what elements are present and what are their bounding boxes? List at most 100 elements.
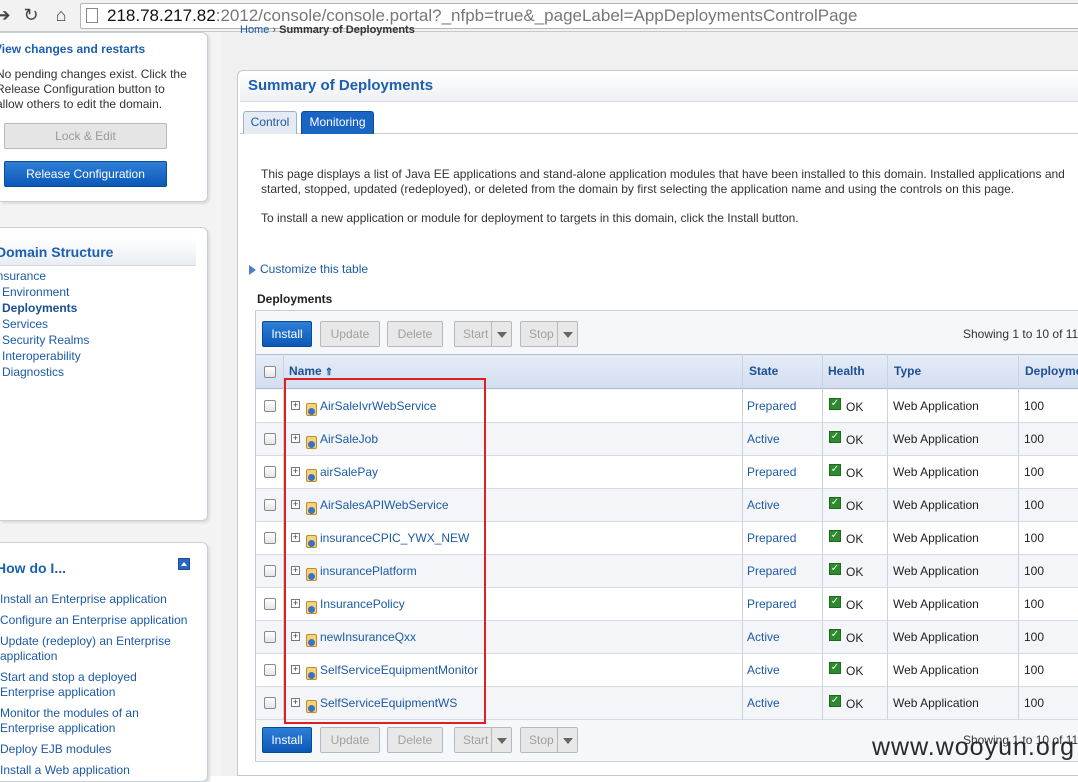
install-button-bottom[interactable]: Install	[262, 727, 312, 753]
row-checkbox[interactable]	[264, 631, 276, 643]
breadcrumb-home[interactable]: Home	[240, 24, 269, 36]
deployment-order-cell: 100	[1024, 498, 1045, 512]
howto-link[interactable]: Start and stop a deployed Enterprise appl…	[0, 670, 187, 700]
type-cell: Web Application	[893, 531, 979, 545]
state-link[interactable]: Prepared	[747, 597, 796, 611]
start-dropdown-bottom[interactable]: Start	[454, 727, 512, 753]
start-dropdown[interactable]: Start	[454, 321, 512, 347]
state-link[interactable]: Prepared	[747, 564, 796, 578]
page-icon	[86, 8, 98, 23]
collapse-icon[interactable]	[178, 558, 190, 570]
state-link[interactable]: Active	[747, 630, 780, 644]
state-link[interactable]: Prepared	[747, 399, 796, 413]
health-ok-icon: ✓	[829, 464, 841, 476]
stop-dropdown-bottom[interactable]: Stop	[520, 727, 578, 753]
health-status: OK	[846, 565, 864, 579]
state-link[interactable]: Active	[747, 432, 780, 446]
delete-button-bottom[interactable]: Delete	[387, 727, 443, 753]
sort-ascending-icon: ⇑	[324, 367, 334, 378]
release-configuration-button[interactable]: Release Configuration	[4, 161, 167, 187]
row-checkbox[interactable]	[264, 565, 276, 577]
deployment-order-cell: 100	[1024, 663, 1045, 677]
tree-item-insurance[interactable]: insurance	[0, 268, 89, 284]
health-status: OK	[846, 697, 864, 711]
health-ok-icon: ✓	[829, 596, 841, 608]
row-checkbox[interactable]	[264, 400, 276, 412]
tree-item-diagnostics[interactable]: Diagnostics	[0, 364, 89, 380]
howto-link[interactable]: Update (redeploy) an Enterprise applicati…	[0, 634, 187, 664]
install-hint: To install a new application or module f…	[261, 211, 799, 225]
domain-structure-title: Domain Structure	[0, 244, 114, 260]
health-status: OK	[846, 598, 864, 612]
howto-link[interactable]: Install an Enterprise application	[0, 592, 187, 607]
forward-icon[interactable]: ➔	[0, 4, 14, 26]
state-link[interactable]: Active	[747, 498, 780, 512]
health-ok-icon: ✓	[829, 695, 841, 707]
row-checkbox[interactable]	[264, 499, 276, 511]
expand-triangle-icon	[249, 264, 256, 275]
tree-item-interoperability[interactable]: Interoperability	[0, 348, 89, 364]
home-icon[interactable]: ⌂	[50, 4, 72, 26]
column-health[interactable]: Health	[828, 364, 865, 378]
health-status: OK	[846, 664, 864, 678]
health-status: OK	[846, 433, 864, 447]
tree-item-deployments[interactable]: Deployments	[0, 300, 89, 316]
health-status: OK	[846, 499, 864, 513]
description-line-1: This page displays a list of Java EE app…	[261, 167, 1065, 181]
how-do-i-list: Install an Enterprise application Config…	[0, 592, 187, 778]
chevron-down-icon	[557, 728, 577, 752]
page-title: Summary of Deployments	[248, 77, 434, 94]
deployment-order-cell: 100	[1024, 432, 1045, 446]
health-ok-icon: ✓	[829, 497, 841, 509]
type-cell: Web Application	[893, 597, 979, 611]
row-checkbox[interactable]	[264, 598, 276, 610]
row-checkbox[interactable]	[264, 697, 276, 709]
row-checkbox[interactable]	[264, 466, 276, 478]
column-type[interactable]: Type	[894, 364, 921, 378]
state-link[interactable]: Prepared	[747, 465, 796, 479]
select-all-checkbox[interactable]	[264, 366, 276, 378]
state-link[interactable]: Prepared	[747, 531, 796, 545]
tree-item-services[interactable]: Services	[0, 316, 89, 332]
health-ok-icon: ✓	[829, 431, 841, 443]
update-button[interactable]: Update	[320, 321, 380, 347]
deployment-order-cell: 100	[1024, 399, 1045, 413]
watermark: www.wooyun.org	[872, 733, 1075, 761]
tab-control[interactable]: Control	[243, 111, 297, 134]
lock-edit-button[interactable]: Lock & Edit	[4, 123, 167, 149]
row-checkbox[interactable]	[264, 664, 276, 676]
install-button[interactable]: Install	[262, 321, 312, 347]
state-link[interactable]: Active	[747, 663, 780, 677]
howto-link[interactable]: Monitor the modules of an Enterprise appl…	[0, 706, 187, 736]
column-divider	[887, 354, 888, 720]
highlight-box	[284, 378, 486, 724]
row-checkbox[interactable]	[264, 433, 276, 445]
health-ok-icon: ✓	[829, 563, 841, 575]
column-name[interactable]: Name ⇑	[289, 364, 333, 378]
delete-button[interactable]: Delete	[387, 321, 443, 347]
state-link[interactable]: Active	[747, 696, 780, 710]
address-bar[interactable]: 218.78.217.82:2012/console/console.porta…	[80, 3, 1078, 29]
health-status: OK	[846, 466, 864, 480]
domain-tree: insurance Environment Deployments Servic…	[0, 268, 89, 380]
type-cell: Web Application	[893, 498, 979, 512]
tree-item-environment[interactable]: Environment	[0, 284, 89, 300]
stop-dropdown[interactable]: Stop	[520, 321, 578, 347]
update-button-bottom[interactable]: Update	[320, 727, 380, 753]
reload-icon[interactable]: ↻	[20, 4, 42, 26]
deployment-order-cell: 100	[1024, 630, 1045, 644]
health-ok-icon: ✓	[829, 530, 841, 542]
column-divider	[742, 354, 743, 720]
howto-link[interactable]: Configure an Enterprise application	[0, 613, 187, 628]
customize-table-link[interactable]: Customize this table	[249, 262, 368, 276]
chevron-down-icon	[491, 728, 511, 752]
deployment-order-cell: 100	[1024, 696, 1045, 710]
column-state[interactable]: State	[749, 364, 778, 378]
howto-link[interactable]: Deploy EJB modules	[0, 742, 187, 757]
how-do-i-title: How do I...	[0, 560, 66, 576]
row-checkbox[interactable]	[264, 532, 276, 544]
health-ok-icon: ✓	[829, 662, 841, 674]
column-deployment-order[interactable]: Deployment	[1025, 364, 1078, 378]
tree-item-security-realms[interactable]: Security Realms	[0, 332, 89, 348]
tab-monitoring[interactable]: Monitoring	[301, 111, 374, 134]
